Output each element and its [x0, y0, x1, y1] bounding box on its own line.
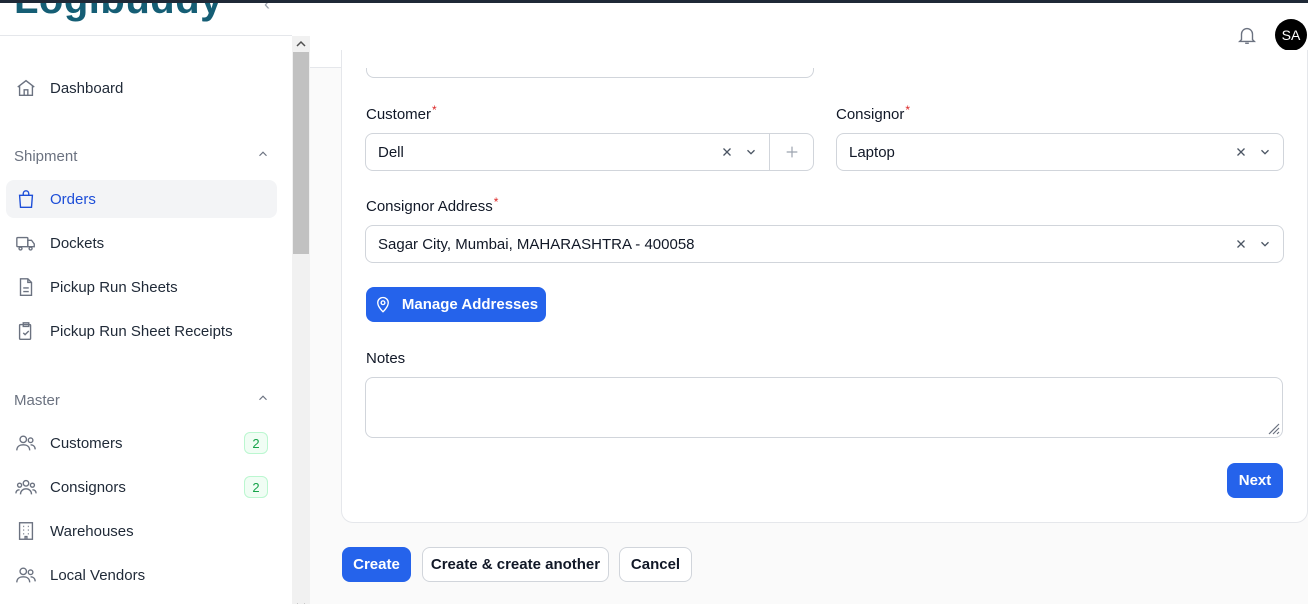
group-header-master[interactable]: Master — [14, 390, 270, 410]
user-avatar[interactable]: SA — [1275, 19, 1307, 51]
users-icon — [14, 563, 38, 587]
scroll-up-icon[interactable] — [295, 37, 307, 49]
consignor-label-text: Consignor — [836, 106, 905, 123]
cancel-button[interactable]: Cancel — [619, 547, 692, 582]
create-button[interactable]: Create — [342, 547, 411, 582]
bell-icon[interactable] — [1236, 24, 1258, 46]
manage-addresses-label: Manage Addresses — [401, 296, 539, 313]
sidebar-item-dashboard[interactable]: Dashboard — [6, 69, 277, 107]
resize-handle-icon[interactable] — [1266, 421, 1280, 435]
truck-icon — [14, 231, 38, 255]
brand-logo[interactable]: Logibuddy — [14, 0, 223, 23]
chevron-up-icon — [256, 147, 270, 166]
required-mark: * — [905, 103, 911, 117]
sidebar-item-label: Pickup Run Sheets — [50, 278, 178, 296]
logo-area: Logibuddy ‹ — [0, 0, 292, 36]
customer-select[interactable]: Dell — [365, 133, 814, 171]
sidebar-item-label: Pickup Run Sheet Receipts — [50, 322, 233, 340]
sidebar-item-label: Dashboard — [50, 79, 124, 97]
chevron-down-icon[interactable] — [739, 140, 763, 164]
consignor-address-label-text: Consignor Address — [366, 198, 493, 215]
count-badge: 2 — [244, 476, 268, 498]
count-badge: 2 — [244, 432, 268, 454]
sidebar-item-orders[interactable]: Orders — [6, 180, 277, 218]
chevron-down-icon[interactable] — [1253, 232, 1277, 256]
scrollbar-thumb[interactable] — [293, 52, 309, 254]
sidebar-item-label: Local Vendors — [50, 566, 146, 584]
clear-icon[interactable] — [1229, 140, 1253, 164]
plus-icon — [786, 146, 797, 158]
consignor-address-select[interactable]: Sagar City, Mumbai, MAHARASHTRA - 400058 — [365, 225, 1284, 263]
sidebar-item-pickup-run-sheets[interactable]: Pickup Run Sheets — [6, 268, 277, 306]
consignor-address-label: Consignor Address* — [366, 195, 499, 215]
users-icon — [14, 431, 38, 455]
shopping-bag-icon — [14, 187, 38, 211]
sidebar-item-label: Warehouses — [50, 522, 134, 540]
next-button[interactable]: Next — [1227, 463, 1283, 498]
sidebar: Logibuddy ‹ Dashboard Shipment Orders Do… — [0, 0, 292, 604]
map-pin-icon — [374, 296, 392, 314]
scroll-down-icon[interactable] — [295, 597, 307, 604]
group-label: Shipment — [14, 147, 78, 165]
sidebar-item-warehouses[interactable]: Warehouses — [6, 512, 277, 550]
group-label: Master — [14, 391, 60, 409]
sidebar-item-label: Dockets — [50, 234, 105, 252]
consignor-select[interactable]: Laptop — [836, 133, 1284, 171]
customer-label-text: Customer — [366, 106, 432, 123]
sidebar-item-consignors[interactable]: Consignors 2 — [6, 468, 277, 506]
customer-select-value: Dell — [378, 143, 404, 161]
sidebar-item-pickup-run-sheet-receipts[interactable]: Pickup Run Sheet Receipts — [6, 312, 277, 350]
consignor-label: Consignor* — [836, 103, 911, 123]
notes-textarea[interactable] — [365, 377, 1283, 438]
sidebar-item-label: Consignors — [50, 478, 126, 496]
consignor-address-select-value: Sagar City, Mumbai, MAHARASHTRA - 400058 — [378, 235, 695, 253]
group-header-shipment[interactable]: Shipment — [14, 146, 270, 166]
sidebar-item-label: Customers — [50, 434, 123, 452]
required-mark: * — [493, 195, 499, 209]
add-customer-button[interactable] — [769, 134, 813, 170]
sidebar-item-dockets[interactable]: Dockets — [6, 224, 277, 262]
customer-label: Customer* — [366, 103, 437, 123]
home-icon — [14, 76, 38, 100]
chevron-up-icon — [256, 391, 270, 410]
clear-icon[interactable] — [1229, 232, 1253, 256]
building-icon — [14, 519, 38, 543]
notes-label: Notes — [366, 350, 406, 367]
document-icon — [14, 275, 38, 299]
consignor-select-value: Laptop — [849, 143, 895, 161]
manage-addresses-button[interactable]: Manage Addresses — [366, 287, 546, 322]
user-group-icon — [14, 475, 38, 499]
previous-field-input[interactable] — [366, 68, 814, 78]
clipboard-check-icon — [14, 319, 38, 343]
clear-icon[interactable] — [715, 140, 739, 164]
required-mark: * — [432, 103, 437, 117]
sidebar-item-customers[interactable]: Customers 2 — [6, 424, 277, 462]
create-and-create-another-button[interactable]: Create & create another — [422, 547, 609, 582]
chevron-down-icon[interactable] — [1253, 140, 1277, 164]
sidebar-item-local-vendors[interactable]: Local Vendors — [6, 556, 277, 594]
sidebar-item-label: Orders — [50, 190, 96, 208]
top-border — [0, 0, 1308, 3]
